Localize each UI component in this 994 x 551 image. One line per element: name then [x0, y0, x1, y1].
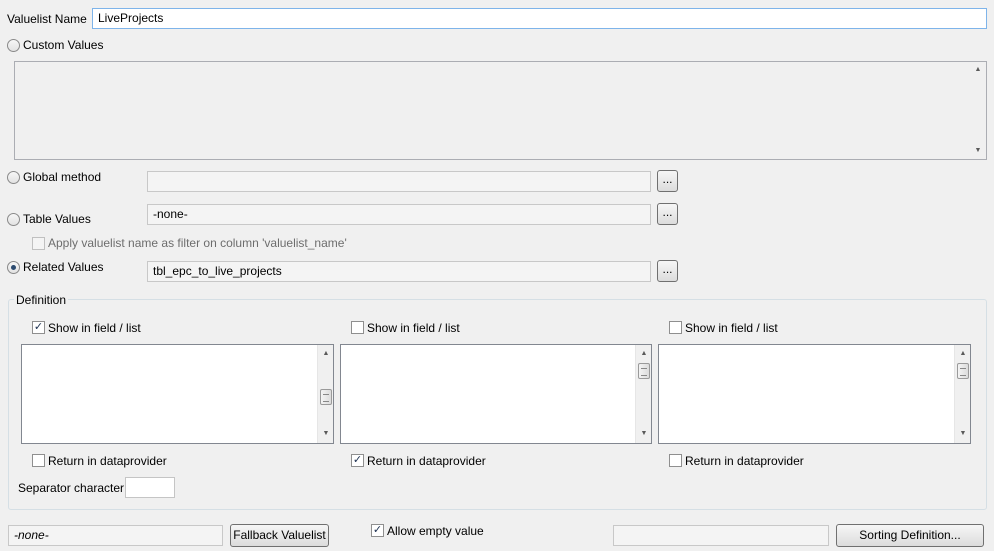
scroll-thumb[interactable] [320, 389, 332, 405]
check-icon: ✓ [33, 321, 44, 333]
scroll-down-icon[interactable]: ▼ [955, 426, 970, 442]
scroll-down-icon[interactable]: ▼ [636, 426, 651, 442]
col1-return-label: Return in dataprovider [48, 454, 167, 468]
related-values-label: Related Values [23, 260, 104, 274]
check-icon: ✓ [372, 524, 383, 536]
col2-show-checkbox[interactable] [351, 321, 364, 334]
scroll-up-icon[interactable]: ▲ [318, 346, 333, 362]
table-values-field: -none- [147, 204, 651, 225]
table-values-browse-button[interactable]: ... [657, 203, 678, 225]
global-method-radio[interactable] [7, 171, 20, 184]
scroll-up-icon[interactable]: ▲ [636, 346, 651, 362]
definition-title: Definition [14, 293, 69, 307]
scroll-down-icon[interactable]: ▼ [318, 426, 333, 442]
check-icon: ✓ [352, 454, 363, 466]
scroll-down-icon[interactable]: ▼ [970, 143, 986, 159]
related-values-field: tbl_epc_to_live_projects [147, 261, 651, 282]
scroll-thumb[interactable] [638, 363, 650, 379]
col2-field-list[interactable]: fld_id fld_customer_id fld_end_user_id f… [340, 344, 652, 444]
col3-field-list[interactable]: fld_id fld_customer_id fld_end_user_id f… [658, 344, 971, 444]
global-method-browse-button[interactable]: ... [657, 170, 678, 192]
table-values-radio[interactable] [7, 213, 20, 226]
sorting-definition-field [613, 525, 829, 546]
allow-empty-label: Allow empty value [387, 524, 484, 538]
apply-filter-checkbox[interactable] [32, 237, 45, 250]
custom-values-scrollbar[interactable]: ▲ ▼ [970, 62, 986, 159]
col2-scrollbar[interactable]: ▲ ▼ [635, 345, 651, 443]
sorting-definition-button[interactable]: Sorting Definition... [836, 524, 984, 547]
table-values-label: Table Values [23, 212, 91, 226]
col1-scrollbar[interactable]: ▲ ▼ [317, 345, 333, 443]
allow-empty-checkbox[interactable]: ✓ [371, 524, 384, 537]
col3-scrollbar[interactable]: ▲ ▼ [954, 345, 970, 443]
custom-values-textarea[interactable]: ▲ ▼ [14, 61, 987, 160]
col3-return-label: Return in dataprovider [685, 454, 804, 468]
scroll-thumb[interactable] [957, 363, 969, 379]
scroll-up-icon[interactable]: ▲ [955, 346, 970, 362]
valuelist-name-label: Valuelist Name [7, 12, 87, 26]
col3-show-checkbox[interactable] [669, 321, 682, 334]
related-values-radio[interactable] [7, 261, 20, 274]
global-method-label: Global method [23, 170, 102, 184]
global-method-field [147, 171, 651, 192]
col2-return-label: Return in dataprovider [367, 454, 486, 468]
valuelist-name-input[interactable]: LiveProjects [92, 8, 987, 29]
col2-show-label: Show in field / list [367, 321, 460, 335]
custom-values-label: Custom Values [23, 38, 104, 52]
apply-filter-label: Apply valuelist name as filter on column… [48, 236, 347, 250]
col3-show-label: Show in field / list [685, 321, 778, 335]
col1-show-checkbox[interactable]: ✓ [32, 321, 45, 334]
col1-return-checkbox[interactable] [32, 454, 45, 467]
separator-label: Separator character [18, 481, 125, 495]
fallback-valuelist-button[interactable]: Fallback Valuelist [230, 524, 329, 547]
col1-field-list[interactable]: cal_epc_no cal_epc_tree cal_invoice_coun… [21, 344, 334, 444]
col1-show-label: Show in field / list [48, 321, 141, 335]
fallback-valuelist-field: -none- [8, 525, 223, 546]
col2-return-checkbox[interactable]: ✓ [351, 454, 364, 467]
custom-values-radio[interactable] [7, 39, 20, 52]
related-values-browse-button[interactable]: ... [657, 260, 678, 282]
separator-input[interactable] [125, 477, 175, 498]
scroll-up-icon[interactable]: ▲ [970, 62, 986, 78]
col3-return-checkbox[interactable] [669, 454, 682, 467]
